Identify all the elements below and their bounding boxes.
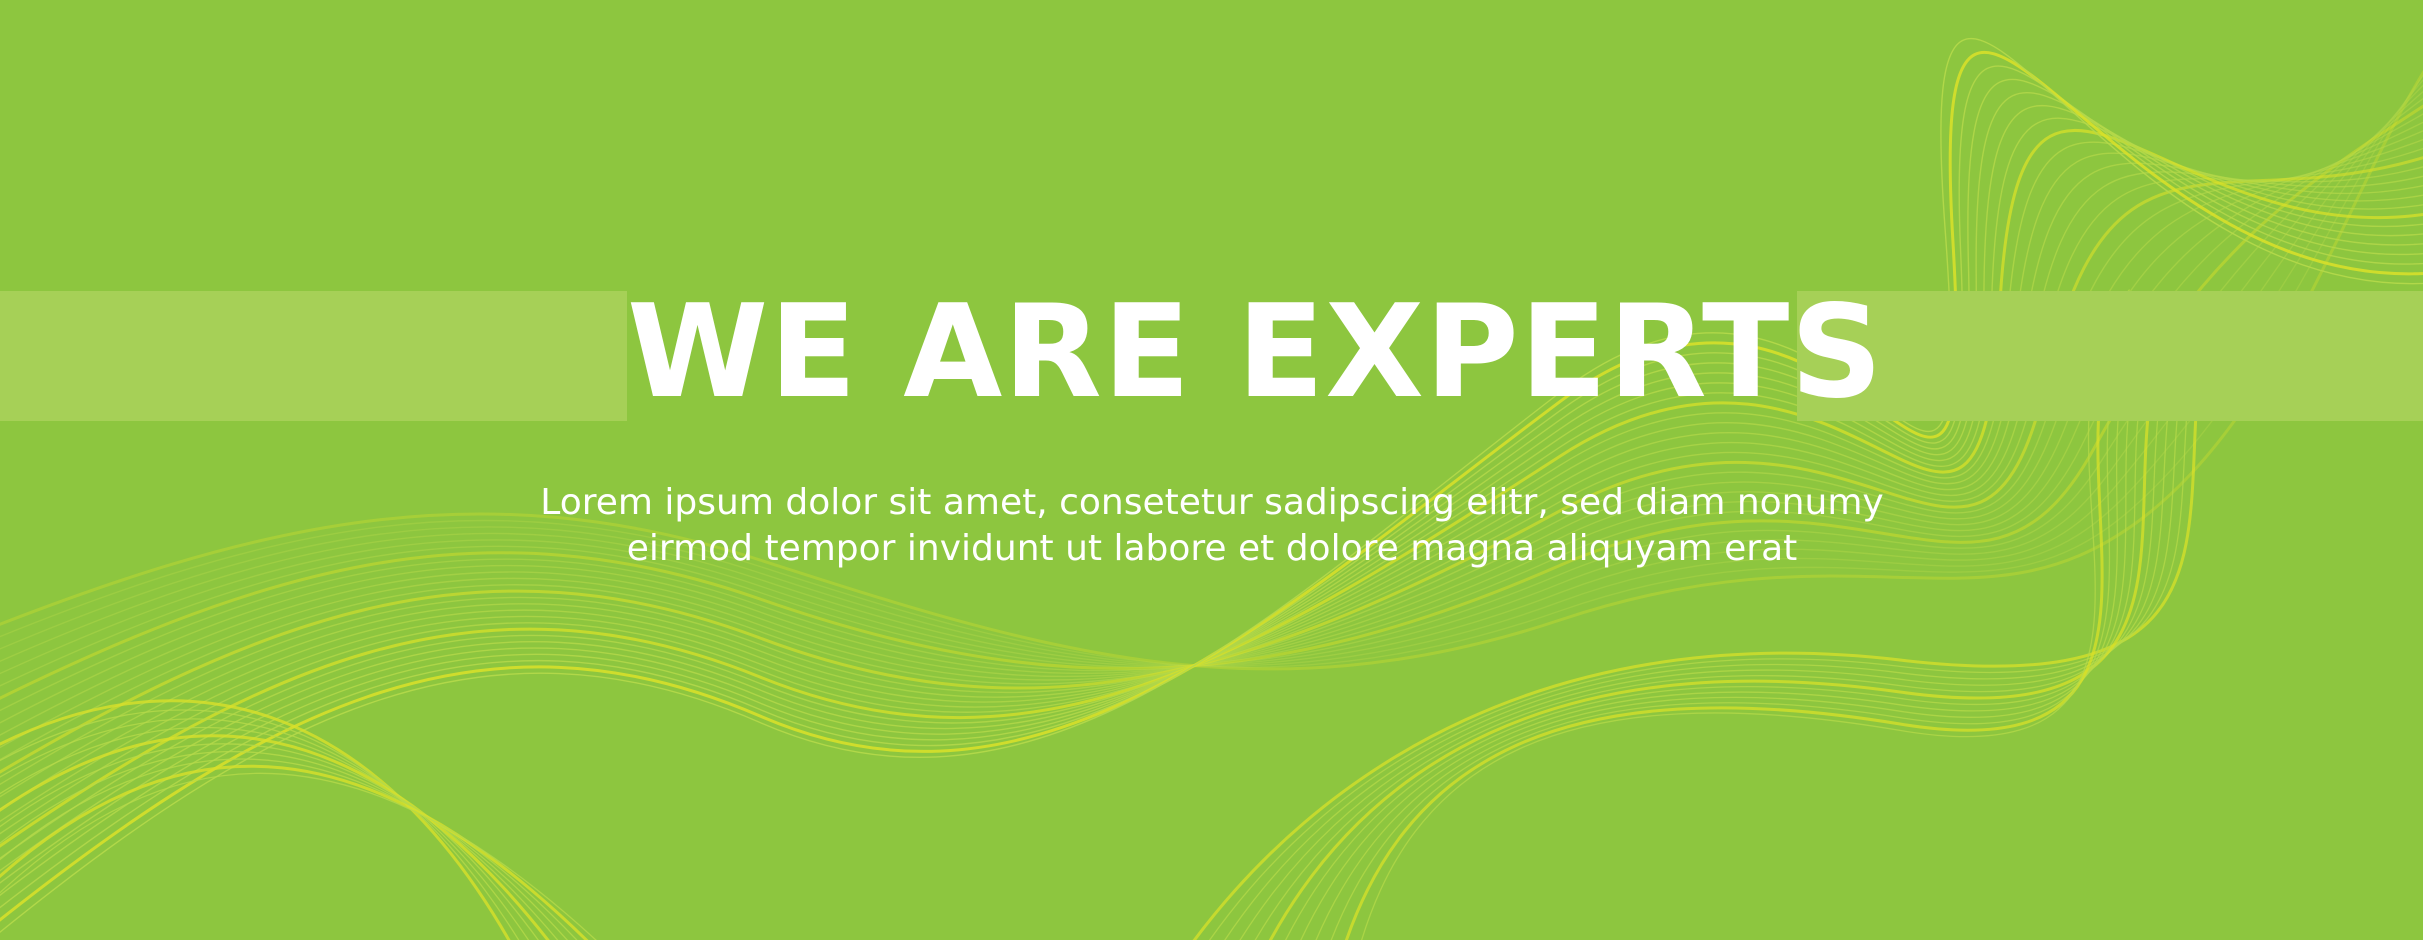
subtitle-text: Lorem ipsum dolor sit amet, consetetur s… — [412, 480, 2012, 572]
wave-line — [0, 699, 511, 940]
wave-line — [0, 764, 589, 940]
wave-line — [0, 772, 597, 940]
headline-band-left — [0, 291, 627, 421]
hero-banner: WE ARE EXPERTS Lorem ipsum dolor sit ame… — [0, 0, 2423, 940]
subtitle-line-1: Lorem ipsum dolor sit amet, consetetur s… — [540, 482, 1884, 523]
wave-lines-decoration — [0, 38, 2423, 940]
page-title: WE ARE EXPERTS — [627, 278, 1884, 427]
wave-line — [0, 750, 568, 940]
wave-line — [1208, 353, 2195, 940]
subtitle-line-2: eirmod tempor invidunt ut labore et dolo… — [626, 528, 1798, 569]
wave-line — [0, 743, 559, 940]
wave-line — [0, 138, 2423, 749]
wave-line — [1192, 359, 2202, 940]
headline-band-right — [1797, 291, 2423, 421]
